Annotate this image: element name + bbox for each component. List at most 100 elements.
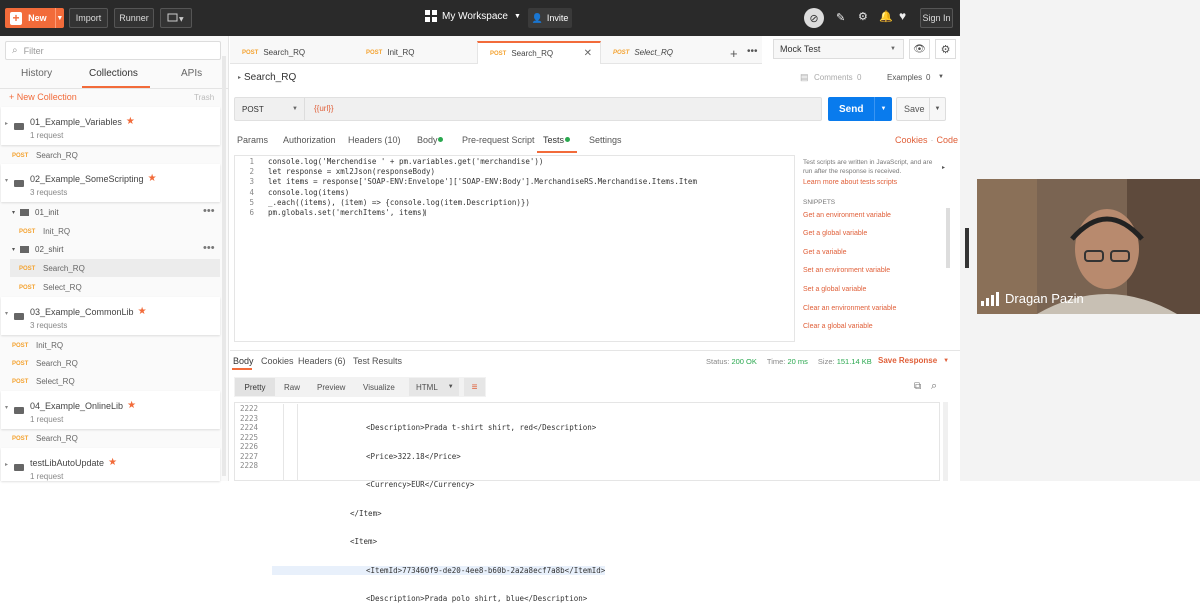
heart-icon[interactable]: ♥ [899,9,906,23]
request-item[interactable]: POST Select_RQ [19,283,82,292]
request-tab[interactable]: POST Select_RQ [601,41,725,64]
star-icon[interactable]: ★ [126,116,135,127]
filter-input[interactable]: ⌕ Filter [5,41,221,60]
more-options-icon[interactable]: ••• [203,205,215,217]
interceptor-icon[interactable]: ✎ [836,11,845,24]
snippet-link[interactable]: Set an environment variable [803,267,890,274]
chevron-right-icon[interactable]: ▸ [238,74,241,81]
chevron-right-icon[interactable]: ▸ [942,164,945,171]
close-icon[interactable]: ✕ [584,48,592,59]
collection-item[interactable]: ▸ testLibAutoUpdate ★ 1 request [1,448,220,481]
wrap-lines-icon[interactable]: ≡ [464,378,485,396]
tab-headers[interactable]: Headers (10) [348,135,401,145]
response-tab-headers[interactable]: Headers (6) [298,356,346,366]
folder-item[interactable]: ▾ 01_init [12,208,59,217]
more-options-icon[interactable]: ••• [203,242,215,254]
tab-params[interactable]: Params [237,135,268,145]
tab-pre-request-script[interactable]: Pre-request Script [462,135,535,145]
tab-collections[interactable]: Collections [89,68,138,79]
trash-button[interactable]: Trash [194,93,214,102]
comments-button[interactable]: Comments [814,73,853,82]
star-icon[interactable]: ★ [108,457,117,468]
gear-icon[interactable]: ⚙ [935,39,956,59]
more-tabs-icon[interactable]: ••• [747,46,758,57]
sidebar-scrollbar[interactable] [222,56,226,476]
learn-more-link[interactable]: Learn more about tests scripts [803,179,897,186]
response-tab-cookies[interactable]: Cookies [261,356,294,366]
response-tab-body[interactable]: Body [233,356,254,366]
collection-item[interactable]: ▸ 01_Example_Variables ★ 1 request [1,107,220,145]
code-line: _.each((items), (item) => {console.log(i… [268,197,530,207]
snippet-link[interactable]: Set a global variable [803,286,866,293]
folder-item[interactable]: ▾ 02_shirt [12,245,63,254]
request-title: Search_RQ [244,72,297,83]
request-tab-active[interactable]: POST Search_RQ ✕ [477,41,601,64]
examples-button[interactable]: Examples [887,73,922,82]
add-tab-icon[interactable]: + [730,46,738,61]
sign-in-button[interactable]: Sign In [920,8,953,28]
star-icon[interactable]: ★ [127,400,136,411]
request-item[interactable]: POST Init_RQ [19,227,70,236]
notifications-icon[interactable]: 🔔 [879,10,893,23]
code-line: console.log(items) [268,187,350,197]
import-button[interactable]: Import [69,8,108,28]
chevron-down-icon[interactable]: ▼ [874,97,892,121]
eye-icon[interactable]: 👁 [909,39,930,59]
snippet-link[interactable]: Get a variable [803,249,847,256]
cookies-link[interactable]: Cookies [895,135,928,145]
collection-item[interactable]: ▾ 04_Example_OnlineLib ★ 1 request [1,391,220,429]
collection-name: testLibAutoUpdate [30,457,105,468]
tab-apis[interactable]: APIs [181,68,202,79]
view-preview[interactable]: Preview [317,383,345,392]
environment-select[interactable]: Mock Test ▼ [773,39,904,59]
tab-history[interactable]: History [21,68,52,79]
new-window-button[interactable]: ▼ [160,8,192,28]
invite-button[interactable]: 👤 Invite [528,8,572,28]
request-item[interactable]: POST Search_RQ [12,359,78,368]
code-link[interactable]: Code [937,135,959,145]
new-button[interactable]: + New ▼ [5,8,64,28]
settings-icon[interactable]: ⚙ [858,10,868,23]
format-select[interactable]: HTML ▼ [409,378,459,396]
chevron-down-icon[interactable]: ▼ [929,98,945,120]
snippet-link[interactable]: Get a global variable [803,230,867,237]
caret-down-icon[interactable]: ▼ [54,8,64,28]
request-tab[interactable]: POST Search_RQ [230,41,354,64]
tab-settings[interactable]: Settings [589,135,622,145]
view-pretty[interactable]: Pretty [235,378,275,396]
resize-handle[interactable] [965,228,969,268]
tab-tests[interactable]: Tests [543,135,564,145]
collection-item[interactable]: ▾ 02_Example_SomeScripting ★ 3 requests [1,164,220,202]
save-response-button[interactable]: Save Response ▼ [878,356,949,365]
request-item[interactable]: POST Search_RQ [12,151,78,160]
snippet-link[interactable]: Clear a global variable [803,323,873,330]
method-select[interactable]: POST ▼ [235,98,305,120]
response-tab-test-results[interactable]: Test Results [353,356,402,366]
response-scrollbar[interactable] [943,402,948,481]
copy-icon[interactable]: ⧉ [914,381,921,392]
star-icon[interactable]: ★ [138,306,147,317]
send-button[interactable]: Send ▼ [828,97,892,121]
snippet-link[interactable]: Clear an environment variable [803,305,896,312]
chevron-down-icon[interactable]: ▼ [938,74,944,80]
tab-authorization[interactable]: Authorization [283,135,336,145]
workspace-switcher[interactable]: My Workspace ▼ [425,10,521,22]
tab-body[interactable]: Body [417,135,438,145]
search-icon[interactable]: ⌕ [931,380,937,393]
view-visualize[interactable]: Visualize [363,383,395,392]
snippet-link[interactable]: Get an environment variable [803,212,891,219]
request-item[interactable]: POST Search_RQ [12,434,78,443]
url-input[interactable]: {{url}} [314,104,334,113]
view-raw[interactable]: Raw [284,383,300,392]
star-icon[interactable]: ★ [148,173,157,184]
request-tab[interactable]: POST Init_RQ [354,41,477,64]
request-item[interactable]: POST Select_RQ [12,377,75,386]
sync-icon[interactable]: ⊘ [804,8,824,28]
collection-item[interactable]: ▾ 03_Example_CommonLib ★ 3 requests [1,297,220,335]
new-collection-button[interactable]: + New Collection [9,92,77,102]
request-item[interactable]: POST Init_RQ [12,341,63,350]
snippets-scrollbar[interactable] [946,208,950,268]
save-button[interactable]: Save ▼ [896,97,946,121]
runner-button[interactable]: Runner [114,8,154,28]
request-item[interactable]: POST Search_RQ [19,264,85,273]
